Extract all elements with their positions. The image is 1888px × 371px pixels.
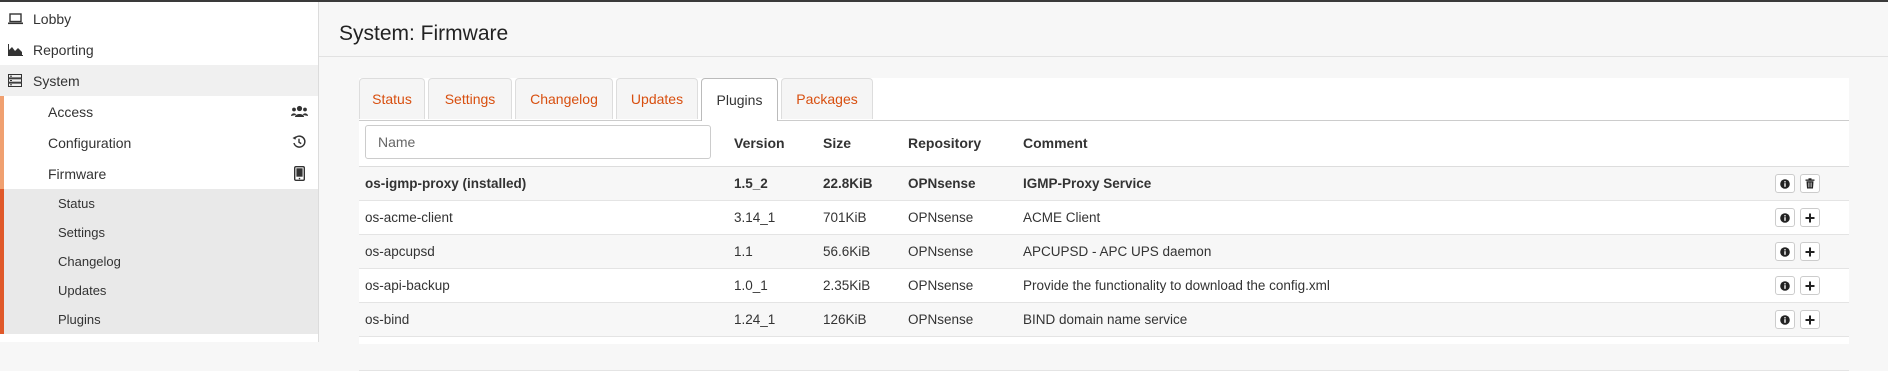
- column-header-version: Version: [734, 135, 785, 151]
- plugin-version: 1.0_1: [734, 278, 768, 293]
- tab-status[interactable]: Status: [359, 78, 425, 119]
- plugin-size: 2.35KiB: [823, 278, 871, 293]
- name-search-input[interactable]: [365, 125, 711, 159]
- info-button[interactable]: [1775, 208, 1795, 227]
- users-icon: [290, 103, 308, 119]
- sidebar-item-label: Updates: [58, 283, 107, 298]
- column-header-comment: Comment: [1023, 135, 1088, 151]
- plugin-name: os-bind: [365, 312, 410, 327]
- plugin-name: os-apcupsd: [365, 244, 435, 259]
- sidebar-item-label: System: [33, 72, 80, 89]
- info-icon: [1780, 280, 1790, 291]
- info-icon: [1780, 178, 1790, 189]
- install-button[interactable]: [1800, 242, 1820, 261]
- table-row: os-acme-client 3.14_1 701KiB OPNsense AC…: [359, 201, 1849, 235]
- table-row: os-igmp-proxy (installed) 1.5_2 22.8KiB …: [359, 167, 1849, 201]
- sidebar-item-label: Configuration: [48, 134, 132, 151]
- server-icon: [7, 73, 23, 89]
- plugin-size: 126KiB: [823, 312, 867, 327]
- plus-icon: [1805, 213, 1815, 222]
- install-button[interactable]: [1800, 310, 1820, 329]
- sidebar-item-label: Changelog: [58, 254, 121, 269]
- plugin-name: os-api-backup: [365, 278, 450, 293]
- plugin-size: 701KiB: [823, 210, 867, 225]
- table-row: os-apcupsd 1.1 56.6KiB OPNsense APCUPSD …: [359, 235, 1849, 269]
- sidebar-item-label: Plugins: [58, 312, 101, 327]
- sidebar-item-updates[interactable]: Updates: [0, 276, 318, 305]
- tab-updates[interactable]: Updates: [616, 78, 698, 119]
- plus-icon: [1805, 315, 1815, 324]
- column-header-size: Size: [823, 135, 852, 151]
- plugin-comment: ACME Client: [1023, 210, 1101, 225]
- sidebar-item-reporting[interactable]: Reporting: [0, 34, 318, 65]
- plus-icon: [1805, 247, 1815, 256]
- plugin-version: 1.5_2: [734, 176, 768, 191]
- sidebar: Lobby Reporting System Access Configurat…: [0, 2, 319, 342]
- plugin-repository: OPNsense: [908, 210, 974, 225]
- sidebar-item-changelog[interactable]: Changelog: [0, 247, 318, 276]
- plus-icon: [1805, 281, 1815, 290]
- sidebar-item-label: Settings: [58, 225, 105, 240]
- plugin-comment: BIND domain name service: [1023, 312, 1188, 327]
- info-button[interactable]: [1775, 174, 1795, 193]
- tab-changelog[interactable]: Changelog: [515, 78, 613, 119]
- plugin-version: 3.14_1: [734, 210, 776, 225]
- table-header: Version Size Repository Comment: [359, 120, 1849, 167]
- sidebar-item-label: Firmware: [48, 165, 107, 182]
- plugin-repository: OPNsense: [908, 312, 974, 327]
- install-button[interactable]: [1800, 276, 1820, 295]
- remove-button[interactable]: [1800, 174, 1820, 193]
- sidebar-item-label: Lobby: [33, 10, 72, 27]
- sidebar-item-label: Access: [48, 103, 94, 120]
- info-button[interactable]: [1775, 310, 1795, 329]
- sidebar-item-status[interactable]: Status: [0, 189, 318, 218]
- plugin-name: os-acme-client: [365, 210, 453, 225]
- column-header-repository: Repository: [908, 135, 982, 151]
- firmware-panel: Status Settings Changelog Updates Plugin…: [359, 78, 1849, 371]
- info-button[interactable]: [1775, 276, 1795, 295]
- tab-settings[interactable]: Settings: [428, 78, 512, 119]
- sidebar-item-firmware[interactable]: Firmware: [0, 158, 318, 189]
- table-row: os-api-backup 1.0_1 2.35KiB OPNsense Pro…: [359, 269, 1849, 303]
- info-icon: [1780, 212, 1790, 223]
- sidebar-item-access[interactable]: Access: [0, 96, 318, 127]
- table-row: [359, 337, 1849, 371]
- plugin-version: 1.24_1: [734, 312, 776, 327]
- sidebar-item-settings[interactable]: Settings: [0, 218, 318, 247]
- sidebar-item-label: Reporting: [33, 41, 94, 58]
- tab-bar: Status Settings Changelog Updates Plugin…: [359, 78, 1849, 121]
- plugin-comment: Provide the functionality to download th…: [1023, 278, 1330, 293]
- info-icon: [1780, 314, 1790, 325]
- plugin-repository: OPNsense: [908, 278, 974, 293]
- plugin-repository: OPNsense: [908, 176, 976, 191]
- table-row: os-bind 1.24_1 126KiB OPNsense BIND doma…: [359, 303, 1849, 337]
- plugin-comment: IGMP-Proxy Service: [1023, 176, 1152, 191]
- info-button[interactable]: [1775, 242, 1795, 261]
- sidebar-item-system[interactable]: System: [0, 65, 318, 96]
- tab-plugins[interactable]: Plugins: [701, 78, 778, 121]
- area-chart-icon: [7, 42, 23, 58]
- divider: [319, 56, 1888, 57]
- plugin-size: 22.8KiB: [823, 176, 873, 191]
- sidebar-item-configuration[interactable]: Configuration: [0, 127, 318, 158]
- trash-icon: [1805, 178, 1815, 189]
- sidebar-item-label: Status: [58, 196, 95, 211]
- laptop-icon: [7, 11, 23, 27]
- plugin-size: 56.6KiB: [823, 244, 871, 259]
- page-title: System: Firmware: [339, 22, 509, 45]
- plugin-version: 1.1: [734, 244, 753, 259]
- tab-packages[interactable]: Packages: [781, 78, 873, 119]
- tablet-icon: [290, 165, 308, 181]
- sidebar-item-plugins[interactable]: Plugins: [0, 305, 318, 334]
- main-content: System: Firmware Status Settings Changel…: [319, 2, 1888, 371]
- plugin-repository: OPNsense: [908, 244, 974, 259]
- plugin-comment: APCUPSD - APC UPS daemon: [1023, 244, 1212, 259]
- plugin-name: os-igmp-proxy (installed): [365, 176, 527, 191]
- info-icon: [1780, 246, 1790, 257]
- history-icon: [290, 134, 308, 150]
- sidebar-item-lobby[interactable]: Lobby: [0, 3, 318, 34]
- install-button[interactable]: [1800, 208, 1820, 227]
